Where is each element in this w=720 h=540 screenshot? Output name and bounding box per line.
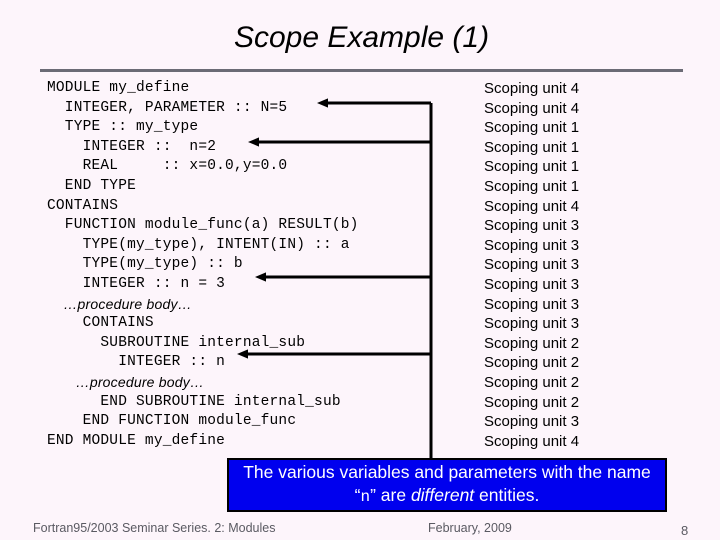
footer-page-number: 8 — [681, 523, 689, 538]
code-line: TYPE :: my_type — [47, 119, 199, 136]
callout-box: The various variables and parameters wit… — [227, 458, 667, 512]
page-title: Scope Example (1) — [233, 21, 490, 54]
scoping-unit-label: Scoping unit 2 — [484, 393, 580, 411]
code-line: INTEGER :: n — [47, 354, 226, 371]
code-line: END FUNCTION module_func — [47, 413, 297, 430]
scoping-unit-label: Scoping unit 3 — [484, 256, 580, 274]
scoping-unit-column: Scoping unit 4 Scoping unit 4 Scoping unit… — [484, 79, 579, 451]
scoping-unit-label: Scoping unit 3 — [484, 275, 580, 293]
scoping-unit-label: Scoping unit 1 — [484, 158, 580, 176]
code-line: CONTAINS — [47, 197, 119, 214]
scoping-unit-label: Scoping unit 4 — [484, 80, 580, 97]
code-line: …procedure body… — [47, 295, 192, 312]
footer-series-label: Fortran95/2003 Seminar Series. 2: Module… — [33, 521, 276, 535]
code-line: …procedure body… — [47, 373, 205, 390]
code-listing: MODULE my_define INTEGER, PARAMETER :: N… — [47, 79, 359, 451]
callout-mono-name: n — [360, 488, 371, 506]
scoping-unit-label: Scoping unit 2 — [484, 373, 580, 391]
scoping-unit-label: Scoping unit 4 — [484, 197, 580, 215]
code-line: END SUBROUTINE internal_sub — [47, 393, 341, 410]
scoping-unit-label: Scoping unit 1 — [484, 138, 580, 156]
callout-text: The various variables and parameters wit… — [229, 461, 665, 509]
code-line: SUBROUTINE internal_sub — [47, 334, 306, 351]
code-line: TYPE(my_type) :: b — [47, 256, 243, 273]
scoping-unit-label: Scoping unit 3 — [484, 315, 580, 333]
code-line: END MODULE my_define — [47, 432, 226, 449]
scoping-unit-label: Scoping unit 1 — [484, 119, 580, 137]
scoping-unit-label: Scoping unit 4 — [484, 99, 580, 117]
code-line: REAL :: x=0.0,y=0.0 — [47, 158, 288, 175]
scoping-unit-label: Scoping unit 2 — [484, 334, 580, 352]
code-line: MODULE my_define — [47, 80, 190, 96]
callout-text-part2: ” are — [370, 485, 411, 505]
scoping-unit-label: Scoping unit 3 — [484, 236, 580, 254]
code-line: TYPE(my_type), INTENT(IN) :: a — [47, 236, 350, 253]
code-line: END TYPE — [47, 177, 137, 194]
scoping-unit-label: Scoping unit 3 — [484, 295, 580, 313]
code-line: INTEGER :: n=2 — [47, 138, 217, 155]
scoping-unit-label: Scoping unit 2 — [484, 354, 580, 372]
scoping-unit-label: Scoping unit 3 — [484, 413, 580, 431]
code-line: CONTAINS — [47, 315, 154, 332]
scoping-unit-label: Scoping unit 4 — [484, 432, 580, 450]
title-divider — [40, 69, 683, 72]
scoping-unit-label: Scoping unit 3 — [484, 217, 580, 235]
slide: Scope Example (1) MODULE my_define INTEG… — [0, 0, 720, 540]
code-line: INTEGER, PARAMETER :: N=5 — [47, 99, 288, 116]
code-line: FUNCTION module_func(a) RESULT(b) — [47, 217, 359, 234]
code-line: INTEGER :: n = 3 — [47, 275, 226, 292]
footer-date: February, 2009 — [428, 521, 512, 535]
scoping-unit-label: Scoping unit 1 — [484, 177, 580, 195]
callout-emphasis: different — [410, 485, 475, 505]
callout-text-part3: entities. — [474, 485, 540, 505]
